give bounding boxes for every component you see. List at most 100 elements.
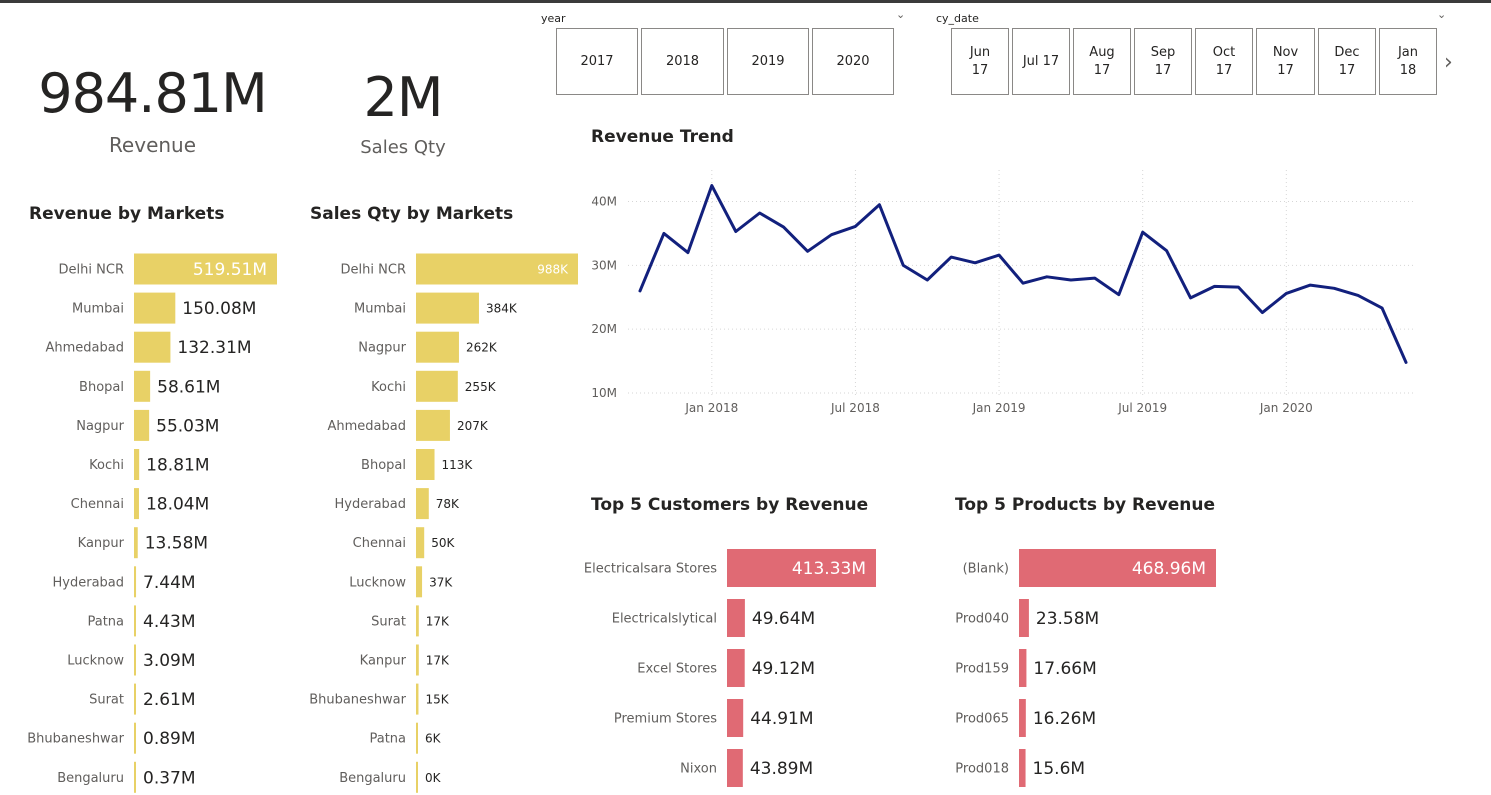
revenue-market-category-label: Nagpur [76, 419, 124, 434]
qty-market-category-label: Chennai [353, 536, 406, 551]
revenue-market-data-label: 0.89M [143, 729, 196, 749]
revenue-market-category-label: Kochi [89, 458, 124, 473]
qty-market-category-label: Bengaluru [339, 771, 406, 786]
trend-x-tick-label: Jan 2018 [684, 401, 738, 415]
top-product-bar [1019, 749, 1026, 787]
trend-y-tick-label: 10M [591, 386, 617, 400]
top-product-data-label: 16.26M [1033, 709, 1096, 729]
qty-market-data-label: 207K [457, 419, 489, 433]
revenue-market-bar [134, 370, 151, 402]
revenue-market-bar [134, 644, 136, 676]
top-product-data-label: 468.96M [1132, 559, 1206, 579]
revenue-market-data-label: 18.04M [146, 495, 209, 515]
trend-x-tick-label: Jan 2020 [1259, 401, 1313, 415]
top-product-category-label: Prod065 [955, 712, 1009, 727]
qty-market-bar [416, 370, 458, 402]
top-customer-category-label: Premium Stores [614, 712, 717, 727]
qty-market-data-label: 15K [425, 693, 449, 707]
qty-market-data-label: 17K [426, 614, 450, 628]
revenue-market-bar [134, 292, 176, 324]
top-customer-category-label: Excel Stores [637, 662, 717, 677]
qty-market-bar [416, 527, 425, 559]
qty-market-category-label: Surat [371, 614, 406, 629]
revenue-market-data-label: 7.44M [143, 573, 196, 593]
revenue-market-data-label: 58.61M [157, 377, 220, 397]
top-product-data-label: 17.66M [1033, 659, 1096, 679]
top-customer-data-label: 49.64M [752, 609, 815, 629]
revenue-market-bar [134, 449, 140, 480]
revenue-market-data-label: 2.61M [143, 690, 196, 710]
qty-market-category-label: Lucknow [349, 575, 406, 590]
qty-market-data-label: 50K [431, 536, 455, 550]
top-customer-data-label: 49.12M [752, 659, 815, 679]
top-product-data-label: 23.58M [1036, 609, 1099, 629]
revenue-market-category-label: Hyderabad [53, 575, 125, 590]
revenue-market-data-label: 519.51M [193, 260, 267, 280]
top-customer-bar [727, 699, 744, 737]
revenue-market-data-label: 0.37M [143, 768, 196, 788]
qty-market-bar [416, 683, 419, 715]
revenue-market-bar [134, 409, 150, 441]
top-customer-bar [727, 599, 745, 637]
top-customer-data-label: 43.89M [750, 759, 813, 779]
top-customer-category-label: Electricalslytical [612, 612, 717, 627]
qty-market-category-label: Hyderabad [335, 497, 407, 512]
qty-market-data-label: 255K [465, 380, 497, 394]
qty-market-bar [416, 566, 423, 598]
revenue-market-data-label: 4.43M [143, 612, 196, 632]
qty-market-data-label: 78K [436, 497, 460, 511]
qty-market-bar [416, 488, 429, 520]
top-product-category-label: Prod040 [955, 612, 1009, 627]
revenue-market-category-label: Bhubaneshwar [27, 732, 124, 747]
charts-canvas: Delhi NCR 519.51M Mumbai 150.08M Ahmedabad 13… [27, 170, 1416, 793]
top-product-bar [1019, 649, 1027, 687]
qty-market-data-label: 6K [425, 732, 442, 746]
trend-y-tick-label: 30M [591, 258, 617, 272]
qty-market-category-label: Kochi [371, 380, 406, 395]
top-product-category-label: Prod159 [955, 662, 1009, 677]
top-customer-category-label: Electricalsara Stores [584, 562, 717, 577]
trend-series-line [638, 184, 1408, 364]
qty-market-category-label: Bhopal [361, 458, 406, 473]
revenue-market-data-label: 150.08M [182, 299, 256, 319]
revenue-market-category-label: Bhopal [79, 380, 124, 395]
qty-market-bar [416, 761, 418, 793]
qty-market-bar [416, 409, 450, 441]
top-customer-data-label: 44.91M [750, 709, 813, 729]
top-customer-bar [727, 649, 745, 687]
qty-market-data-label: 17K [426, 654, 450, 668]
qty-market-bar [416, 292, 479, 324]
revenue-market-bar [134, 761, 136, 793]
revenue-market-data-label: 13.58M [145, 534, 208, 554]
top-customer-data-label: 413.33M [792, 559, 866, 579]
qty-market-category-label: Bhubaneshwar [309, 693, 406, 708]
top-product-category-label: Prod018 [955, 762, 1009, 777]
top-product-data-label: 15.6M [1033, 759, 1086, 779]
top-product-bar [1019, 599, 1029, 637]
revenue-market-bar [134, 566, 137, 598]
qty-market-category-label: Delhi NCR [341, 263, 406, 278]
revenue-market-category-label: Surat [89, 693, 124, 708]
revenue-market-bar [134, 722, 136, 754]
top-product-bar [1019, 699, 1026, 737]
revenue-market-data-label: 3.09M [143, 651, 196, 671]
revenue-market-category-label: Mumbai [72, 302, 124, 317]
qty-market-bar [416, 331, 459, 363]
qty-market-data-label: 384K [486, 302, 518, 316]
revenue-market-data-label: 18.81M [146, 456, 209, 476]
revenue-market-data-label: 55.03M [156, 416, 219, 436]
revenue-market-category-label: Kanpur [78, 536, 125, 551]
revenue-market-bar [134, 683, 136, 715]
revenue-market-category-label: Bengaluru [57, 771, 124, 786]
revenue-market-category-label: Lucknow [67, 654, 124, 669]
qty-market-data-label: 988K [537, 263, 569, 277]
revenue-market-category-label: Patna [87, 614, 124, 629]
revenue-market-bar [134, 331, 171, 363]
trend-y-tick-label: 40M [591, 195, 617, 209]
qty-market-category-label: Ahmedabad [328, 419, 406, 434]
qty-market-category-label: Nagpur [358, 341, 406, 356]
qty-market-bar [416, 605, 419, 637]
qty-market-bar [416, 722, 418, 754]
revenue-market-data-label: 132.31M [177, 338, 251, 358]
trend-y-tick-label: 20M [591, 322, 617, 336]
